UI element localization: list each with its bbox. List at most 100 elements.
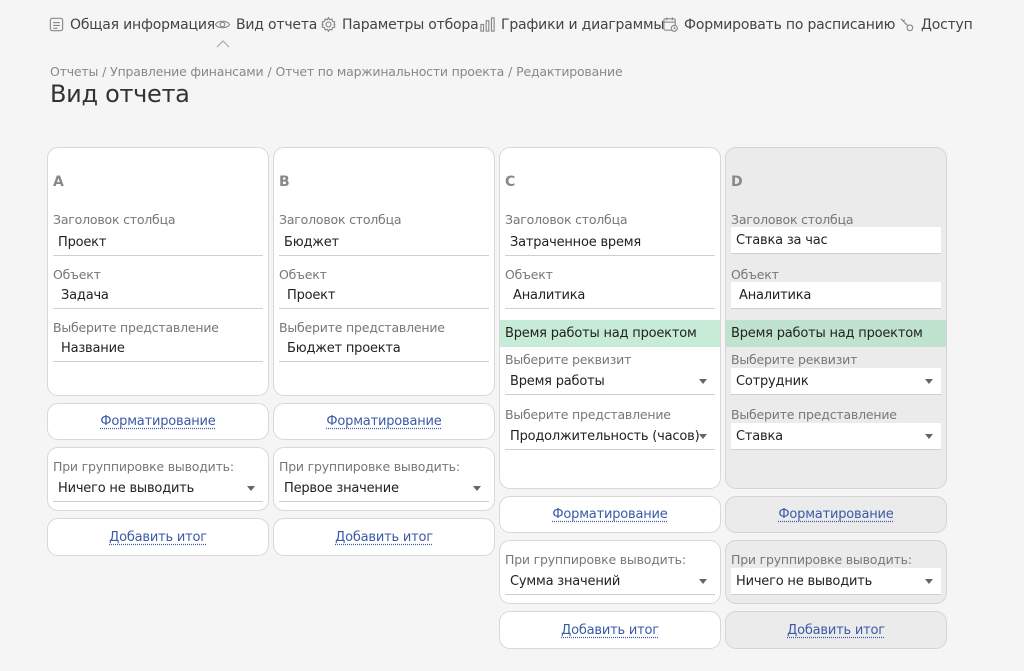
chevron-down-icon — [699, 579, 707, 584]
formatting-card-d: Форматирование — [725, 496, 947, 533]
chevron-down-icon — [925, 579, 933, 584]
grouping-label: При группировке выводить: — [279, 459, 460, 474]
formatting-link[interactable]: Форматирование — [500, 507, 720, 522]
grouping-card-d: При группировке выводить: Ничего не выво… — [725, 540, 947, 604]
key-icon — [900, 18, 914, 32]
column-header-input[interactable]: Бюджет — [279, 229, 489, 256]
object-field[interactable]: Аналитика — [505, 282, 715, 309]
grouping-label: При группировке выводить: — [53, 459, 234, 474]
grouping-select-value: Сумма значений — [510, 574, 621, 589]
chevron-down-icon — [699, 434, 707, 439]
object-label: Объект — [279, 267, 327, 282]
formatting-link[interactable]: Форматирование — [274, 414, 494, 429]
object-field[interactable]: Аналитика — [731, 282, 941, 309]
column-card-b: B Заголовок столбца Бюджет Объект Проект… — [273, 147, 495, 396]
breadcrumb: Отчеты / Управление финансами / Отчет по мар… — [50, 64, 623, 79]
column-card-a: A Заголовок столбца Проект Объект Задача… — [47, 147, 269, 396]
chevron-down-icon — [925, 434, 933, 439]
add-total-card-d: Добавить итог — [725, 611, 947, 649]
grouping-label: При группировке выводить: — [731, 552, 912, 567]
nav-charts[interactable]: Графики и диаграммы — [479, 16, 664, 33]
add-total-card-a: Добавить итог — [47, 518, 269, 556]
formatting-link[interactable]: Форматирование — [726, 507, 946, 522]
attribute-select-value: Сотрудник — [736, 374, 809, 389]
view-field[interactable]: Название — [53, 335, 263, 362]
add-total-link[interactable]: Добавить итог — [500, 623, 720, 638]
nav-label: Графики и диаграммы — [501, 16, 665, 33]
grouping-select[interactable]: Ничего не выводить — [53, 475, 263, 502]
grouping-card-b: При группировке выводить: Первое значени… — [273, 447, 495, 511]
analytics-name: Время работы над проектом — [726, 320, 946, 347]
object-label: Объект — [505, 267, 553, 282]
nav-label: Формировать по расписанию — [684, 16, 896, 33]
breadcrumb-separator: / — [267, 64, 272, 79]
page-title: Вид отчета — [50, 80, 190, 108]
nav-schedule[interactable]: Формировать по расписанию — [662, 16, 895, 33]
view-select[interactable]: Продолжительность (часов) — [505, 423, 715, 450]
document-icon — [49, 17, 64, 32]
column-letter: C — [505, 174, 516, 190]
bar-chart-icon — [480, 17, 495, 32]
nav-label: Вид отчета — [236, 16, 318, 33]
nav-label: Параметры отбора — [342, 16, 479, 33]
grouping-select-value: Ничего не выводить — [736, 574, 873, 589]
chevron-down-icon — [473, 486, 481, 491]
object-field[interactable]: Проект — [279, 282, 489, 309]
view-select-value: Ставка — [736, 429, 783, 444]
column-header-label: Заголовок столбца — [731, 212, 854, 227]
add-total-card-b: Добавить итог — [273, 518, 495, 556]
nav-report-view[interactable]: Вид отчета — [214, 16, 317, 33]
attribute-select[interactable]: Время работы — [505, 368, 715, 395]
view-select[interactable]: Ставка — [731, 423, 941, 450]
formatting-link[interactable]: Форматирование — [48, 414, 268, 429]
formatting-card-b: Форматирование — [273, 403, 495, 440]
object-label: Объект — [731, 267, 779, 282]
column-header-input[interactable]: Затраченное время — [505, 229, 715, 256]
grouping-card-a: При группировке выводить: Ничего не выво… — [47, 447, 269, 511]
column-card-d: D Заголовок столбца Ставка за час Объект… — [725, 147, 947, 489]
column-header-label: Заголовок столбца — [279, 212, 402, 227]
formatting-card-c: Форматирование — [499, 496, 721, 533]
chevron-down-icon — [699, 379, 707, 384]
nav-access[interactable]: Доступ — [899, 16, 973, 33]
chevron-down-icon — [247, 486, 255, 491]
nav-general-info[interactable]: Общая информация — [48, 16, 215, 33]
nav-label: Общая информация — [70, 16, 215, 33]
breadcrumb-item-current: Редактирование — [516, 64, 623, 79]
grouping-select[interactable]: Сумма значений — [505, 568, 715, 595]
column-header-input[interactable]: Проект — [53, 229, 263, 256]
view-select-value: Продолжительность (часов) — [510, 429, 700, 444]
column-letter: A — [53, 174, 64, 190]
chevron-down-icon — [925, 379, 933, 384]
object-field[interactable]: Задача — [53, 282, 263, 309]
add-total-link[interactable]: Добавить итог — [48, 530, 268, 545]
view-field[interactable]: Бюджет проекта — [279, 335, 489, 362]
grouping-select[interactable]: Первое значение — [279, 475, 489, 502]
attribute-select-value: Время работы — [510, 374, 605, 389]
attribute-label: Выберите реквизит — [505, 352, 632, 367]
grouping-select-value: Ничего не выводить — [58, 481, 195, 496]
active-tab-indicator — [216, 40, 230, 48]
grouping-label: При группировке выводить: — [505, 552, 686, 567]
view-label: Выберите представление — [731, 407, 897, 422]
breadcrumb-separator: / — [102, 64, 107, 79]
grouping-select-value: Первое значение — [284, 481, 399, 496]
breadcrumb-item[interactable]: Отчеты — [50, 64, 98, 79]
grouping-card-c: При группировке выводить: Сумма значений — [499, 540, 721, 604]
attribute-select[interactable]: Сотрудник — [731, 368, 941, 395]
breadcrumb-item[interactable]: Отчет по маржинальности проекта — [275, 64, 504, 79]
column-card-c: C Заголовок столбца Затраченное время Об… — [499, 147, 721, 489]
grouping-select[interactable]: Ничего не выводить — [731, 568, 941, 595]
nav-label: Доступ — [921, 16, 973, 33]
eye-icon — [214, 20, 231, 29]
formatting-card-a: Форматирование — [47, 403, 269, 440]
view-label: Выберите представление — [279, 320, 445, 335]
add-total-link[interactable]: Добавить итог — [274, 530, 494, 545]
view-label: Выберите представление — [53, 320, 219, 335]
analytics-name: Время работы над проектом — [500, 320, 720, 347]
calendar-clock-icon — [663, 17, 678, 32]
breadcrumb-item[interactable]: Управление финансами — [110, 64, 263, 79]
nav-filter-params[interactable]: Параметры отбора — [320, 16, 479, 33]
add-total-link[interactable]: Добавить итог — [726, 623, 946, 638]
column-header-input[interactable]: Ставка за час — [731, 227, 941, 254]
